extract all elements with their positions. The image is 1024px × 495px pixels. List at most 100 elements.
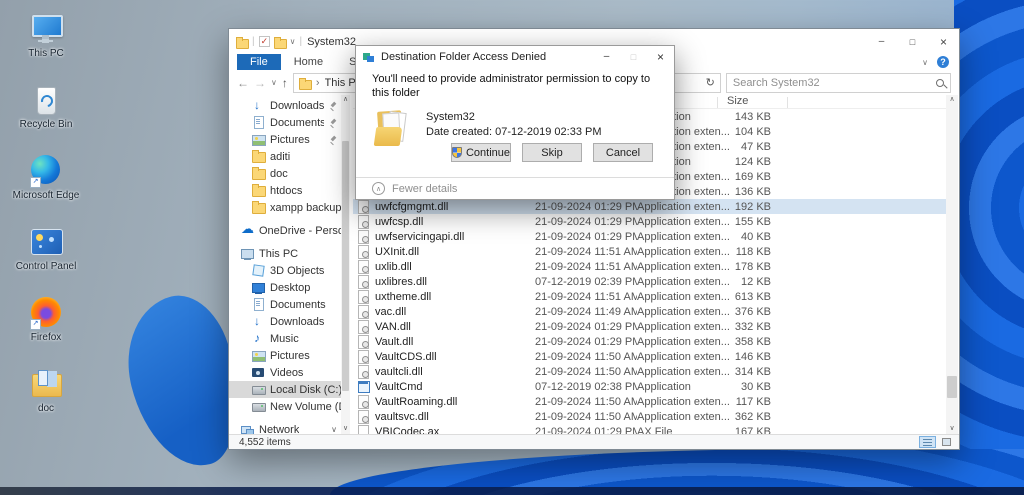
sidebar-item[interactable]: Downloads — [229, 313, 341, 330]
file-row[interactable]: VaultCmd 07-12-2019 02:38 PM Application… — [353, 379, 946, 394]
sidebar-item[interactable]: Pictures — [229, 131, 341, 148]
dialog-titlebar[interactable]: Destination Folder Access Denied — [356, 46, 674, 67]
size-column-header[interactable]: Size — [727, 95, 748, 107]
ribbon-tab[interactable]: File — [237, 54, 281, 70]
details-view-button[interactable] — [919, 436, 936, 448]
forward-button[interactable] — [254, 76, 266, 90]
desktop-icon-label: Recycle Bin — [19, 119, 73, 130]
wallpaper-bloom-right — [954, 0, 1024, 495]
file-row[interactable]: uxlibres.dll 07-12-2019 02:39 PM Applica… — [353, 274, 946, 289]
customize-qat-chevron-icon[interactable] — [290, 37, 296, 46]
file-name: uxtheme.dll — [375, 290, 432, 303]
sidebar-item[interactable]: This PC — [229, 245, 341, 262]
file-row[interactable]: uwfcsp.dll 21-09-2024 01:29 PM Applicati… — [353, 214, 946, 229]
file-row[interactable]: VaultRoaming.dll 21-09-2024 11:50 AM App… — [353, 394, 946, 409]
file-row[interactable]: VaultCDS.dll 21-09-2024 11:50 AM Applica… — [353, 349, 946, 364]
file-row[interactable]: VBICodec.ax 21-09-2024 01:29 PM AX File … — [353, 424, 946, 434]
cancel-button-label: Cancel — [605, 146, 641, 159]
file-row[interactable]: VAN.dll 21-09-2024 01:29 PM Application … — [353, 319, 946, 334]
sidebar-item[interactable]: aditi — [229, 148, 341, 165]
sidebar-item[interactable]: 3D Objects — [229, 262, 341, 279]
collapse-details-icon[interactable] — [372, 182, 385, 195]
desktop-icon[interactable]: Firefox — [10, 296, 82, 358]
back-button[interactable] — [237, 76, 249, 90]
fewer-details-toggle[interactable]: Fewer details — [392, 183, 457, 195]
file-list-scrollbar[interactable] — [946, 95, 958, 434]
desktop-icon[interactable]: This PC — [10, 12, 82, 74]
sidebar-item-label: Videos — [270, 366, 304, 379]
properties-icon[interactable] — [258, 36, 270, 47]
sidebar-item[interactable]: Downloads — [229, 97, 341, 114]
file-row[interactable]: Vault.dll 21-09-2024 01:29 PM Applicatio… — [353, 334, 946, 349]
file-row[interactable]: uwfcfgmgmt.dll 21-09-2024 01:29 PM Appli… — [353, 199, 946, 214]
file-icon — [357, 230, 369, 244]
ribbon-tab[interactable]: Home — [281, 54, 336, 70]
file-date-modified: 07-12-2019 02:39 PM — [535, 275, 637, 288]
scroll-up-arrow-icon[interactable] — [946, 95, 958, 105]
continue-button[interactable]: Continue — [450, 143, 511, 162]
expand-ribbon-chevron-icon[interactable] — [922, 58, 928, 67]
file-row[interactable]: vaultsvc.dll 21-09-2024 11:50 AM Applica… — [353, 409, 946, 424]
search-icon[interactable] — [936, 78, 944, 87]
file-row[interactable]: vac.dll 21-09-2024 11:49 AM Application … — [353, 304, 946, 319]
sidebar-item[interactable]: Network — [229, 421, 341, 434]
file-size: 118 KB — [735, 245, 771, 258]
sidebar-item-label: xampp backup — [270, 201, 341, 214]
folder-name: System32 — [426, 110, 475, 123]
scroll-down-arrow-icon[interactable] — [341, 424, 350, 434]
search-input[interactable] — [732, 76, 932, 89]
help-icon[interactable]: ? — [937, 56, 949, 68]
folder-info: System32 Date created: 07-12-2019 02:33 … — [426, 110, 602, 142]
sidebar-item[interactable]: xampp backup — [229, 199, 341, 216]
sidebar-item-label: Desktop — [270, 281, 311, 294]
cancel-button[interactable]: Cancel — [593, 143, 653, 162]
sidebar-item-label: Music — [270, 332, 299, 345]
scroll-up-arrow-icon[interactable] — [341, 95, 350, 105]
file-size: 40 KB — [741, 230, 771, 243]
sidebar-item[interactable]: Desktop — [229, 279, 341, 296]
sidebar-item[interactable]: New Volume (D:) — [229, 398, 341, 415]
refresh-icon[interactable] — [706, 76, 715, 89]
dialog-window-controls — [593, 46, 674, 67]
up-button[interactable] — [282, 76, 288, 90]
minimize-button[interactable] — [866, 29, 897, 54]
sidebar-item[interactable]: Music — [229, 330, 341, 347]
sidebar-item[interactable]: Documents — [229, 114, 341, 131]
desktop-icon[interactable]: Recycle Bin — [10, 83, 82, 145]
sidebar-item[interactable]: Pictures — [229, 347, 341, 364]
sidebar-item-label: OneDrive - Personal — [259, 224, 341, 237]
recent-locations-chevron-icon[interactable] — [271, 78, 277, 87]
sidebar-scrollbar[interactable] — [341, 95, 350, 434]
sidebar-item-icon — [252, 184, 266, 197]
file-type: Application — [637, 380, 691, 393]
large-icons-view-button[interactable] — [938, 436, 955, 448]
sidebar-item[interactable]: Videos — [229, 364, 341, 381]
file-row[interactable]: uwfservicingapi.dll 21-09-2024 01:29 PM … — [353, 229, 946, 244]
file-size: 104 KB — [734, 125, 771, 138]
file-row[interactable]: uxtheme.dll 21-09-2024 11:51 AM Applicat… — [353, 289, 946, 304]
maximize-button[interactable] — [897, 29, 928, 54]
sidebar-item[interactable]: OneDrive - Personal — [229, 221, 341, 239]
file-row[interactable]: vaultcli.dll 21-09-2024 11:50 AM Applica… — [353, 364, 946, 379]
skip-button[interactable]: Skip — [522, 143, 582, 162]
file-date-modified: 21-09-2024 11:50 AM — [535, 410, 637, 423]
sidebar-item[interactable]: htdocs — [229, 182, 341, 199]
desktop-icon[interactable]: Control Panel — [10, 225, 82, 287]
desktop-icon[interactable]: Microsoft Edge — [10, 154, 82, 216]
file-row[interactable]: UXInit.dll 21-09-2024 11:51 AM Applicati… — [353, 244, 946, 259]
desktop-icon[interactable]: doc — [10, 367, 82, 429]
sidebar-item[interactable]: Documents — [229, 296, 341, 313]
sidebar-item[interactable]: doc — [229, 165, 341, 182]
file-date-modified: 21-09-2024 01:29 PM — [535, 215, 637, 228]
scroll-down-arrow-icon[interactable] — [946, 424, 958, 434]
close-button[interactable] — [647, 46, 674, 67]
new-folder-icon[interactable] — [273, 36, 287, 49]
file-row[interactable]: uxlib.dll 21-09-2024 11:51 AM Applicatio… — [353, 259, 946, 274]
minimize-button[interactable] — [593, 46, 620, 67]
scrollbar-thumb[interactable] — [342, 141, 349, 391]
scrollbar-thumb[interactable] — [947, 376, 957, 398]
sidebar-item-label: Documents — [270, 298, 326, 311]
breadcrumb-chevron-icon — [316, 77, 320, 89]
sidebar-item[interactable]: Local Disk (C:) — [229, 381, 341, 398]
close-button[interactable] — [928, 29, 959, 54]
